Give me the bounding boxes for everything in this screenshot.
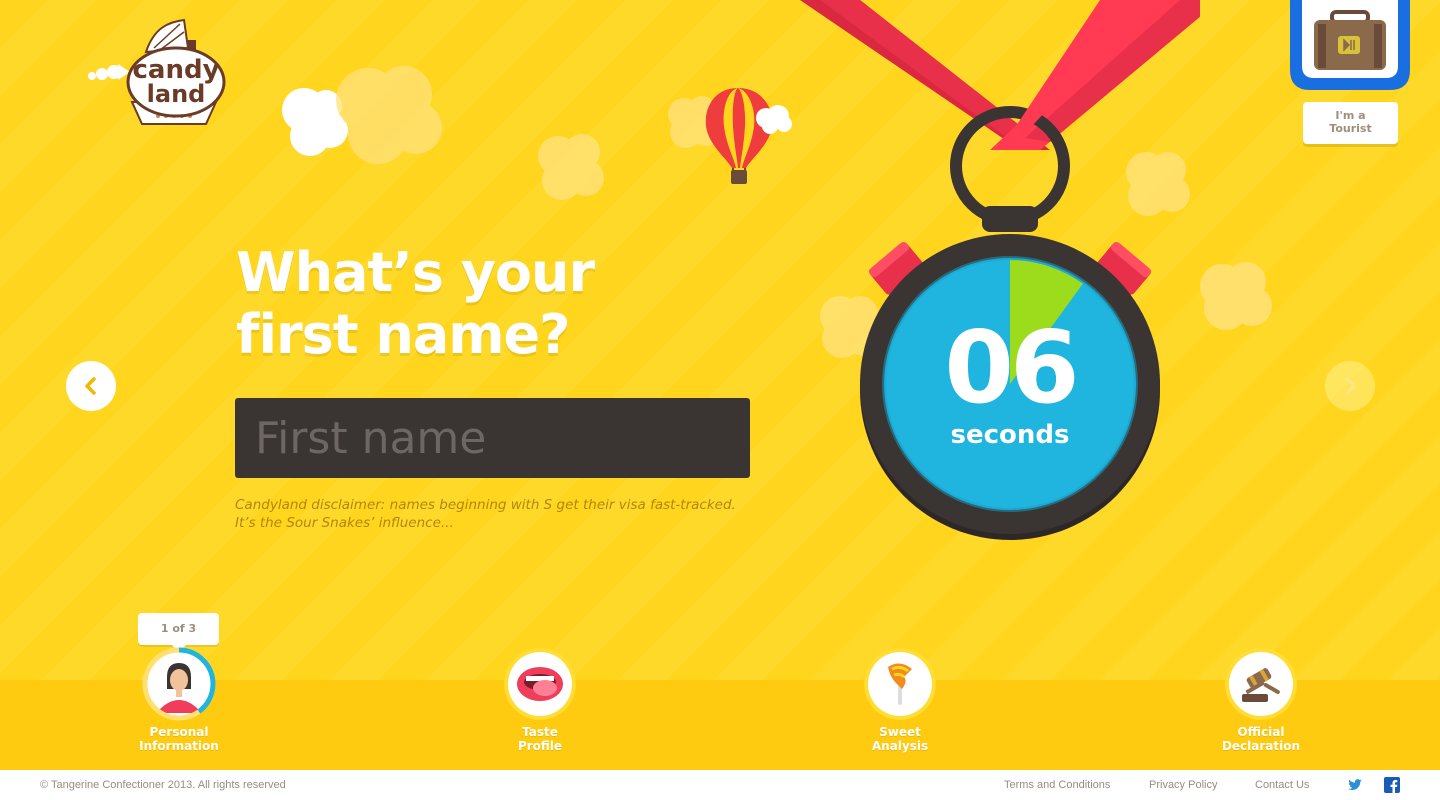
step-sweet-analysis[interactable]: Sweet Analysis [830,652,970,753]
logo-text-land: land [147,80,206,108]
tourist-label[interactable]: I'm a Tourist [1303,102,1398,144]
step-label-line-2: Analysis [871,739,929,753]
tourist-label-line-2: Tourist [1329,122,1372,135]
step-label-line-1: Personal [149,725,209,739]
step-label-line-1: Official [1237,725,1285,739]
step-label: Personal Information [109,725,249,753]
step-label: Sweet Analysis [830,725,970,753]
step-label-line-2: Profile [517,739,563,753]
footer: © Tangerine Confectioner 2013. All right… [0,770,1440,800]
question-heading: What’s your first name? [236,242,796,366]
step-official-declaration[interactable]: Official Declaration [1191,652,1331,753]
previous-button[interactable] [66,361,116,411]
logo-image: candy land [88,18,226,125]
step-label-line-1: Taste [522,725,558,739]
next-button[interactable] [1325,361,1375,411]
question-line-1: What’s your [236,241,595,304]
tourist-button[interactable] [1290,0,1410,96]
step-personal-information[interactable]: Personal Information [109,647,249,753]
gavel-icon [1242,668,1280,702]
mouth-icon [517,667,563,701]
contact-link[interactable]: Contact Us [1255,779,1309,791]
step-circle [142,647,216,721]
step-taste-profile[interactable]: Taste Profile [470,652,610,753]
step-label: Taste Profile [470,725,610,753]
step-label-line-1: Sweet [879,725,921,739]
timer-unit: seconds [950,420,1070,450]
cloud-decoration [336,66,442,164]
main-stage: candy land What’s your first name? Candy… [0,0,1440,770]
tourist-label-line-1: I'm a [1335,109,1366,122]
step-circle [508,652,572,716]
stopwatch-timer [800,0,1200,540]
first-name-input[interactable] [235,398,750,478]
copyright-text: © Tangerine Confectioner 2013. All right… [40,779,286,791]
step-progress-ring [142,647,216,721]
timer-value: 06 [944,309,1079,426]
twitter-icon[interactable] [1347,777,1363,793]
step-label-line-2: Information [139,739,219,753]
step-label-line-2: Declaration [1221,739,1301,753]
cloud-decoration [538,134,604,200]
lollipop-icon [888,663,912,705]
chevron-right-icon [1345,377,1356,395]
disclaimer-line-2: It’s the Sour Snakes’ influence... [235,515,454,531]
facebook-icon[interactable] [1384,777,1400,793]
privacy-link[interactable]: Privacy Policy [1149,779,1217,791]
question-line-2: first name? [236,303,571,366]
hot-air-balloon-icon [705,88,792,184]
step-label: Official Declaration [1191,725,1331,753]
cloud-decoration [1200,262,1272,330]
step-circle [1229,652,1293,716]
terms-link[interactable]: Terms and Conditions [1004,779,1110,791]
suitcase-icon [1290,0,1410,90]
disclaimer-text: Candyland disclaimer: names beginning wi… [235,496,755,532]
candyland-logo[interactable]: candy land [84,18,234,134]
chevron-left-icon [85,377,96,395]
step-counter-tooltip: 1 of 3 [138,613,219,652]
step-circle [868,652,932,716]
disclaimer-line-1: Candyland disclaimer: names beginning wi… [235,497,736,513]
